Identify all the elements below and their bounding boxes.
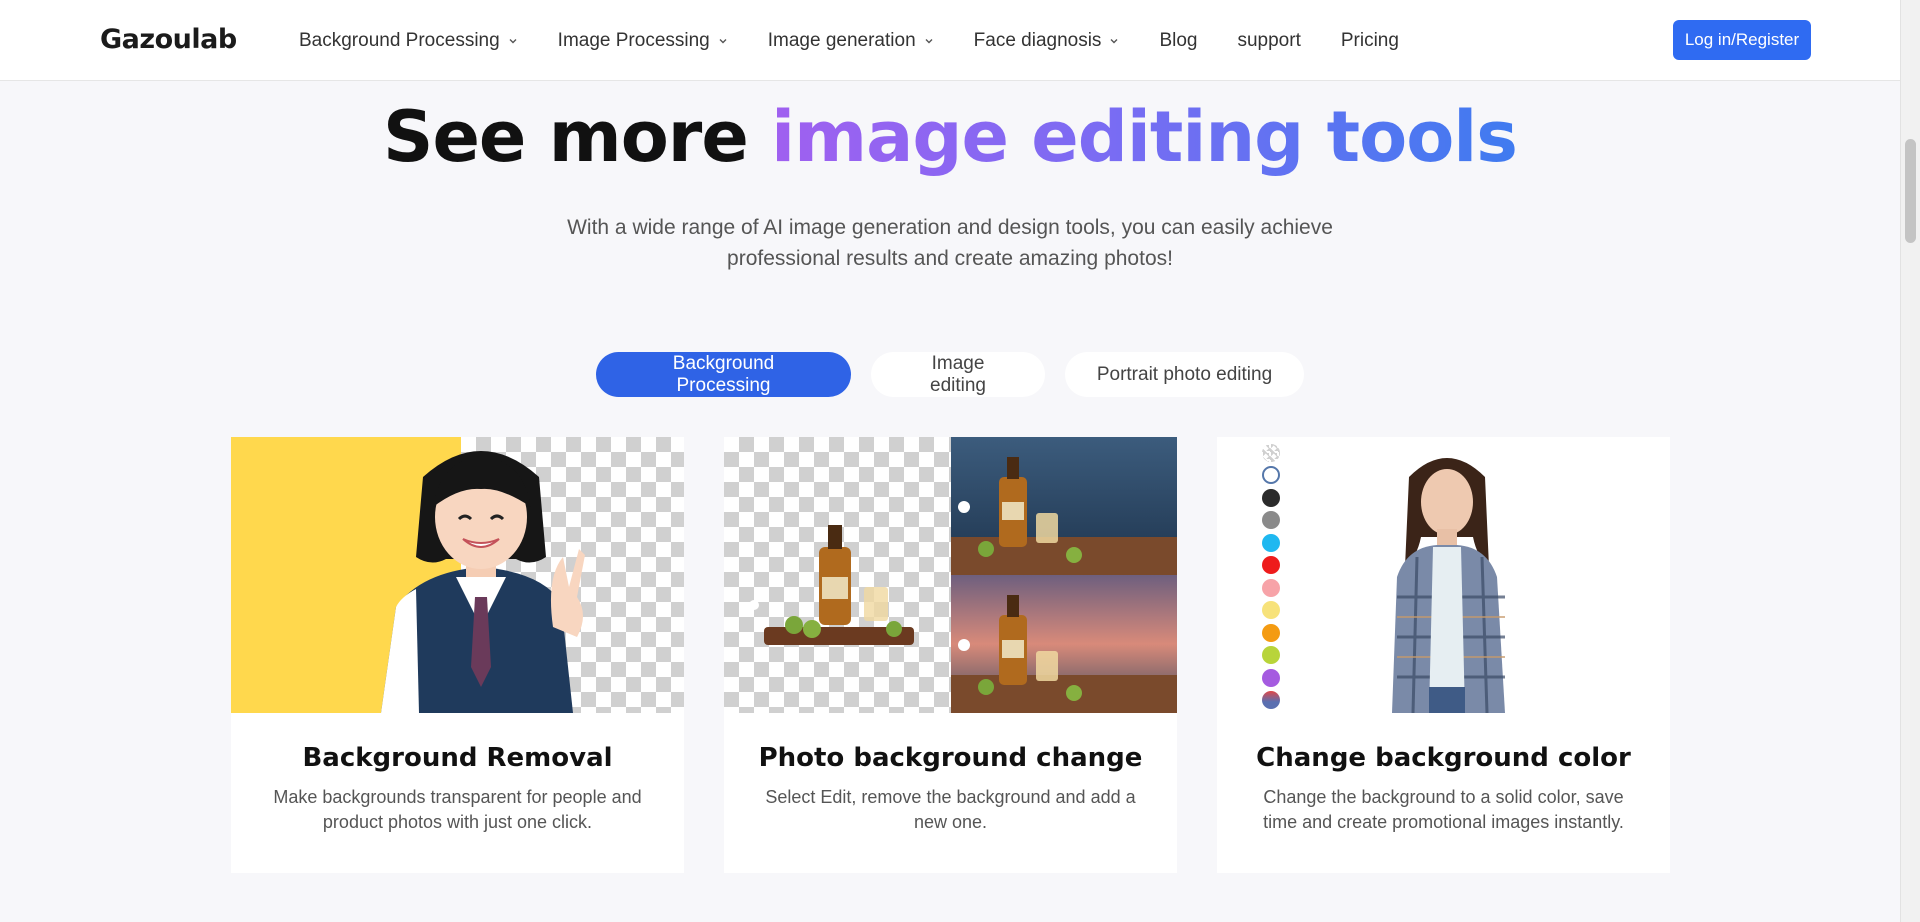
page-scrollbar[interactable] <box>1900 0 1920 922</box>
title-highlight: image editing tools <box>771 96 1518 178</box>
tab-portrait-photo-editing[interactable]: Portrait photo editing <box>1065 352 1304 397</box>
main-nav: Background Processing Image Processing I… <box>299 0 1439 81</box>
tab-image-editing[interactable]: Image editing <box>871 352 1045 397</box>
swatch-lime[interactable] <box>1262 646 1280 664</box>
nav-label: support <box>1237 29 1301 51</box>
nav-label: Image generation <box>767 29 916 51</box>
nav-background-processing[interactable]: Background Processing <box>299 30 518 52</box>
swatch-black[interactable] <box>1262 489 1280 507</box>
swatch-pink[interactable] <box>1262 579 1280 597</box>
swatch-gray[interactable] <box>1262 511 1280 529</box>
card-description: Make backgrounds transparent for people … <box>273 787 642 832</box>
tool-card-photo-background-change[interactable]: Photo background change Select Edit, rem… <box>724 437 1177 873</box>
chevron-down-icon <box>509 38 517 43</box>
portrait-illustration <box>381 451 585 713</box>
tool-card-background-removal[interactable]: Background Removal Make backgrounds tran… <box>231 437 684 873</box>
card-image <box>1217 437 1670 713</box>
nav-label: Face diagnosis <box>973 29 1102 51</box>
nav-label: Pricing <box>1340 29 1399 51</box>
login-register-button[interactable]: Log in/Register <box>1673 20 1811 60</box>
card-title: Background Removal <box>302 743 613 773</box>
card-title: Photo background change <box>758 743 1143 773</box>
nav-blog[interactable]: Blog <box>1159 30 1197 52</box>
swatch-cyan[interactable] <box>1262 534 1280 552</box>
swatch-orange[interactable] <box>1262 624 1280 642</box>
swatch-white[interactable] <box>1262 466 1280 484</box>
model-illustration <box>1392 458 1505 713</box>
card-image <box>724 437 1177 713</box>
chevron-down-icon <box>719 38 727 43</box>
nav-label: Blog <box>1159 29 1198 51</box>
top-header: Gazoulab Background Processing Image Pro… <box>0 0 1900 81</box>
tab-background-processing[interactable]: Background Processing <box>596 352 851 397</box>
nav-label: Image Processing <box>557 29 710 51</box>
nav-face-diagnosis[interactable]: Face diagnosis <box>974 30 1120 52</box>
swatch-red[interactable] <box>1262 556 1280 574</box>
tool-card-change-background-color[interactable]: Change background color Change the backg… <box>1217 437 1670 873</box>
nav-label: Background Processing <box>299 29 500 51</box>
swatch-transparent[interactable] <box>1262 444 1280 462</box>
card-description: Change the background to a solid color, … <box>1263 787 1624 832</box>
site-logo[interactable]: Gazoulab <box>100 24 237 55</box>
section-subtitle: With a wide range of AI image generation… <box>567 216 1333 270</box>
chevron-down-icon <box>1110 38 1118 43</box>
nav-image-generation[interactable]: Image generation <box>768 30 934 52</box>
product-composite <box>739 437 1177 713</box>
swatch-purple[interactable] <box>1262 669 1280 687</box>
scrollbar-thumb[interactable] <box>1905 139 1916 243</box>
nav-pricing[interactable]: Pricing <box>1341 30 1399 52</box>
swatch-yellow[interactable] <box>1262 601 1280 619</box>
card-title: Change background color <box>1256 743 1631 773</box>
title-plain: See more <box>383 96 772 178</box>
card-description: Select Edit, remove the background and a… <box>765 787 1136 832</box>
category-tabs: Background Processing Image editing Port… <box>0 352 1900 397</box>
nav-image-processing[interactable]: Image Processing <box>558 30 728 52</box>
nav-support[interactable]: support <box>1237 30 1300 52</box>
section-title: See more image editing tools <box>0 96 1900 178</box>
chevron-down-icon <box>925 38 933 43</box>
swatch-gradient[interactable] <box>1262 691 1280 709</box>
card-image <box>231 437 684 713</box>
